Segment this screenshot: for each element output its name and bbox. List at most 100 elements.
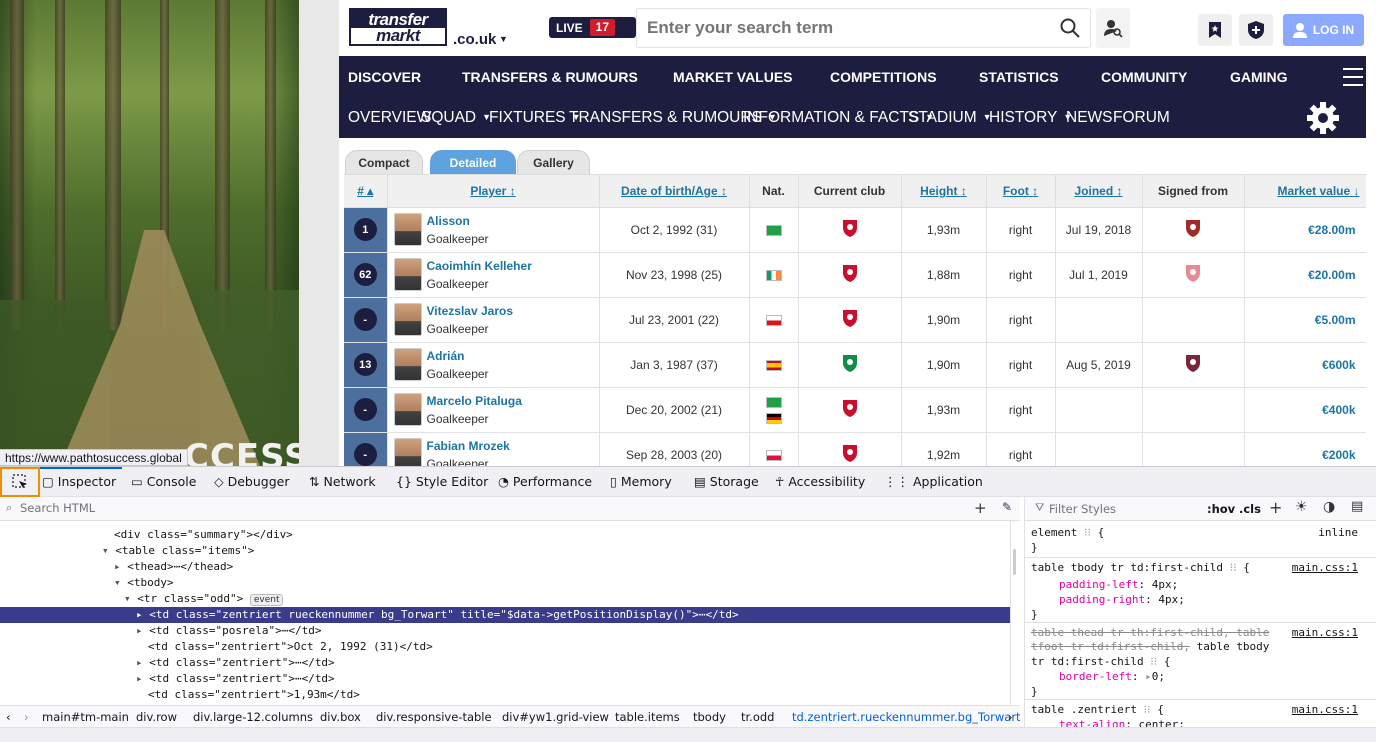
rule-source-link[interactable]: main.css:1 [1292, 702, 1358, 717]
tab-storage[interactable]: ▤ Storage [694, 474, 759, 489]
rule-selector[interactable]: tr td:first-child ⁝⁝ { [1031, 654, 1170, 669]
col-dob-age[interactable]: Date of birth/Age ↕ [599, 175, 750, 208]
tab-network[interactable]: ⇅ Network [309, 474, 376, 489]
breadcrumb-item[interactable]: table.items [615, 710, 680, 724]
html-node[interactable]: <td class="zentriert">1,93m</td> [0, 687, 1010, 703]
rule-selector[interactable]: table .zentriert ⁝⁝ { [1031, 702, 1164, 717]
tab-accessibility[interactable]: ☥ Accessibility [775, 474, 865, 489]
player-photo[interactable] [393, 438, 422, 466]
rule-selector[interactable]: table tbody tr td:first-child ⁝⁝ { [1031, 560, 1250, 575]
player-photo[interactable] [393, 258, 422, 291]
market-value-cell[interactable]: €28.00m [1244, 207, 1366, 253]
club-crest-liverpool-icon[interactable] [841, 308, 859, 328]
site-logo[interactable]: transfer markt [349, 8, 447, 46]
player-photo[interactable] [393, 303, 422, 336]
nav-community[interactable]: COMMUNITY [1101, 69, 1187, 85]
rule-selector-overridden[interactable]: table thead tr th:first-child, table [1031, 625, 1269, 640]
player-photo[interactable] [393, 348, 422, 381]
html-node[interactable]: ▸ <thead>⋯</thead> [0, 559, 1010, 575]
market-value-cell[interactable]: €20.00m [1244, 252, 1366, 298]
element-picker-button[interactable] [0, 467, 40, 497]
add-rule-icon[interactable]: + [1269, 498, 1282, 517]
tab-console[interactable]: ▭ Console [131, 474, 196, 489]
html-node[interactable]: ▸ <td class="zentriert">⋯</td> [0, 671, 1010, 687]
collapse-triangle-icon[interactable]: ▸ [136, 672, 149, 685]
live-ticker-button[interactable]: LIVE 17 [549, 17, 636, 38]
gear-icon[interactable] [1305, 100, 1341, 141]
breadcrumb-item[interactable]: tr.odd [741, 710, 774, 724]
collapse-triangle-icon[interactable]: ▸ [136, 624, 149, 637]
market-value[interactable]: €200k [1322, 448, 1355, 462]
subnav-squad[interactable]: SQUAD ▼ [421, 109, 491, 127]
club-crest-liverpool-icon[interactable] [841, 398, 859, 418]
col-number[interactable]: # ▴ [344, 175, 388, 208]
hover-states-toggle[interactable]: :hov [1207, 502, 1235, 516]
dark-mode-icon[interactable]: ◑ [1323, 499, 1335, 515]
css-declaration[interactable]: border-left: ▸0; [1059, 669, 1165, 684]
expand-triangle-icon[interactable]: ▾ [124, 592, 137, 605]
domain-selector[interactable]: .co.uk [453, 31, 496, 48]
subnav-news[interactable]: NEWS [1066, 109, 1113, 127]
player-name-link[interactable]: Alisson [427, 214, 489, 228]
collapse-triangle-icon[interactable]: ▸ [136, 608, 149, 621]
breadcrumb-item[interactable]: div.large-12.columns [193, 710, 313, 724]
nav-statistics[interactable]: STATISTICS [979, 69, 1059, 85]
breadcrumb-scroll-left-icon[interactable]: ‹ [6, 710, 11, 724]
rule-source-link[interactable]: main.css:1 [1292, 560, 1358, 575]
market-value[interactable]: €28.00m [1308, 223, 1355, 237]
subnav-forum[interactable]: FORUM [1113, 109, 1170, 127]
login-button[interactable]: LOG IN [1283, 14, 1364, 46]
panel-splitter[interactable] [1010, 521, 1024, 705]
expand-triangle-icon[interactable]: ▾ [102, 544, 115, 557]
nav-gaming[interactable]: GAMING [1230, 69, 1288, 85]
search-html-input[interactable]: Search HTML [20, 501, 95, 515]
search-input[interactable] [637, 9, 1047, 47]
club-crest-as-roma-icon[interactable] [1184, 218, 1202, 238]
tab-inspector[interactable]: ▢ Inspector [42, 474, 116, 489]
html-node[interactable]: ▾ <table class="items"> [0, 543, 1010, 559]
nav-market-values[interactable]: MARKET VALUES [673, 69, 793, 85]
player-name-link[interactable]: Caoimhín Kelleher [427, 259, 532, 273]
col-height[interactable]: Height ↕ [901, 175, 987, 208]
print-media-icon[interactable]: ▤ [1351, 499, 1363, 514]
club-crest-real-betis-icon[interactable] [841, 353, 859, 373]
html-node[interactable]: <div class="summary"></div> [0, 527, 1010, 543]
scrollbar-thumb[interactable] [1013, 549, 1016, 575]
html-node[interactable]: ▸ <td class="posrela">⋯</td> [0, 623, 1010, 639]
tab-memory[interactable]: ▯ Memory [610, 474, 672, 489]
event-badge[interactable]: event [249, 594, 284, 606]
eyedropper-icon[interactable]: ✎ [1002, 500, 1012, 514]
player-name-link[interactable]: Marcelo Pitaluga [427, 394, 522, 408]
menu-hamburger-icon[interactable] [1343, 68, 1363, 86]
subnav-fixtures[interactable]: FIXTURES ▼ [489, 109, 581, 127]
user-search-button[interactable] [1096, 8, 1130, 48]
html-node[interactable]: ▾ <tr class="odd"> event [0, 591, 1010, 607]
breadcrumb-item[interactable]: div.responsive-table [376, 710, 492, 724]
player-name-link[interactable]: Fabian Mrozek [427, 439, 510, 453]
breadcrumb-item-current[interactable]: td.zentriert.rueckennummer.bg_Torwart [792, 710, 1020, 724]
shield-button[interactable] [1239, 14, 1273, 46]
player-photo[interactable] [393, 213, 422, 246]
market-value-cell[interactable]: €600k [1244, 342, 1366, 388]
html-node[interactable]: ▾ <tbody> [0, 575, 1010, 591]
subnav-information-facts[interactable]: INFORMATION & FACTS ▼ [743, 109, 934, 127]
caret-down-icon[interactable]: ▼ [499, 34, 508, 44]
club-crest-liverpool-icon[interactable] [841, 263, 859, 283]
tab-detailed[interactable]: Detailed [430, 150, 516, 174]
market-value[interactable]: €5.00m [1315, 313, 1356, 327]
subnav-stadium[interactable]: STADIUM ▼ [908, 109, 992, 127]
html-node[interactable]: ▸ <td class="zentriert">⋯</td> [0, 655, 1010, 671]
css-declaration[interactable]: padding-left: 4px; [1059, 577, 1178, 592]
col-joined[interactable]: Joined ↕ [1055, 175, 1143, 208]
rule-selector[interactable]: element ⁝⁝ { [1031, 525, 1104, 540]
breadcrumb-item[interactable]: main#tm-main [42, 710, 129, 724]
market-value[interactable]: €400k [1322, 403, 1355, 417]
filter-styles-input[interactable]: Filter Styles [1049, 502, 1116, 516]
market-value-cell[interactable]: €400k [1244, 387, 1366, 433]
breadcrumb-item[interactable]: div.box [320, 710, 361, 724]
watchlist-button[interactable] [1198, 14, 1232, 46]
breadcrumb-item[interactable]: div#yw1.grid-view [502, 710, 609, 724]
html-node-selected[interactable]: ▸ <td class="zentriert rueckennummer bg_… [0, 607, 1010, 623]
tab-gallery[interactable]: Gallery [517, 150, 590, 174]
rule-selector[interactable]: tfoot tr td:first-child, table tbody [1031, 639, 1269, 654]
